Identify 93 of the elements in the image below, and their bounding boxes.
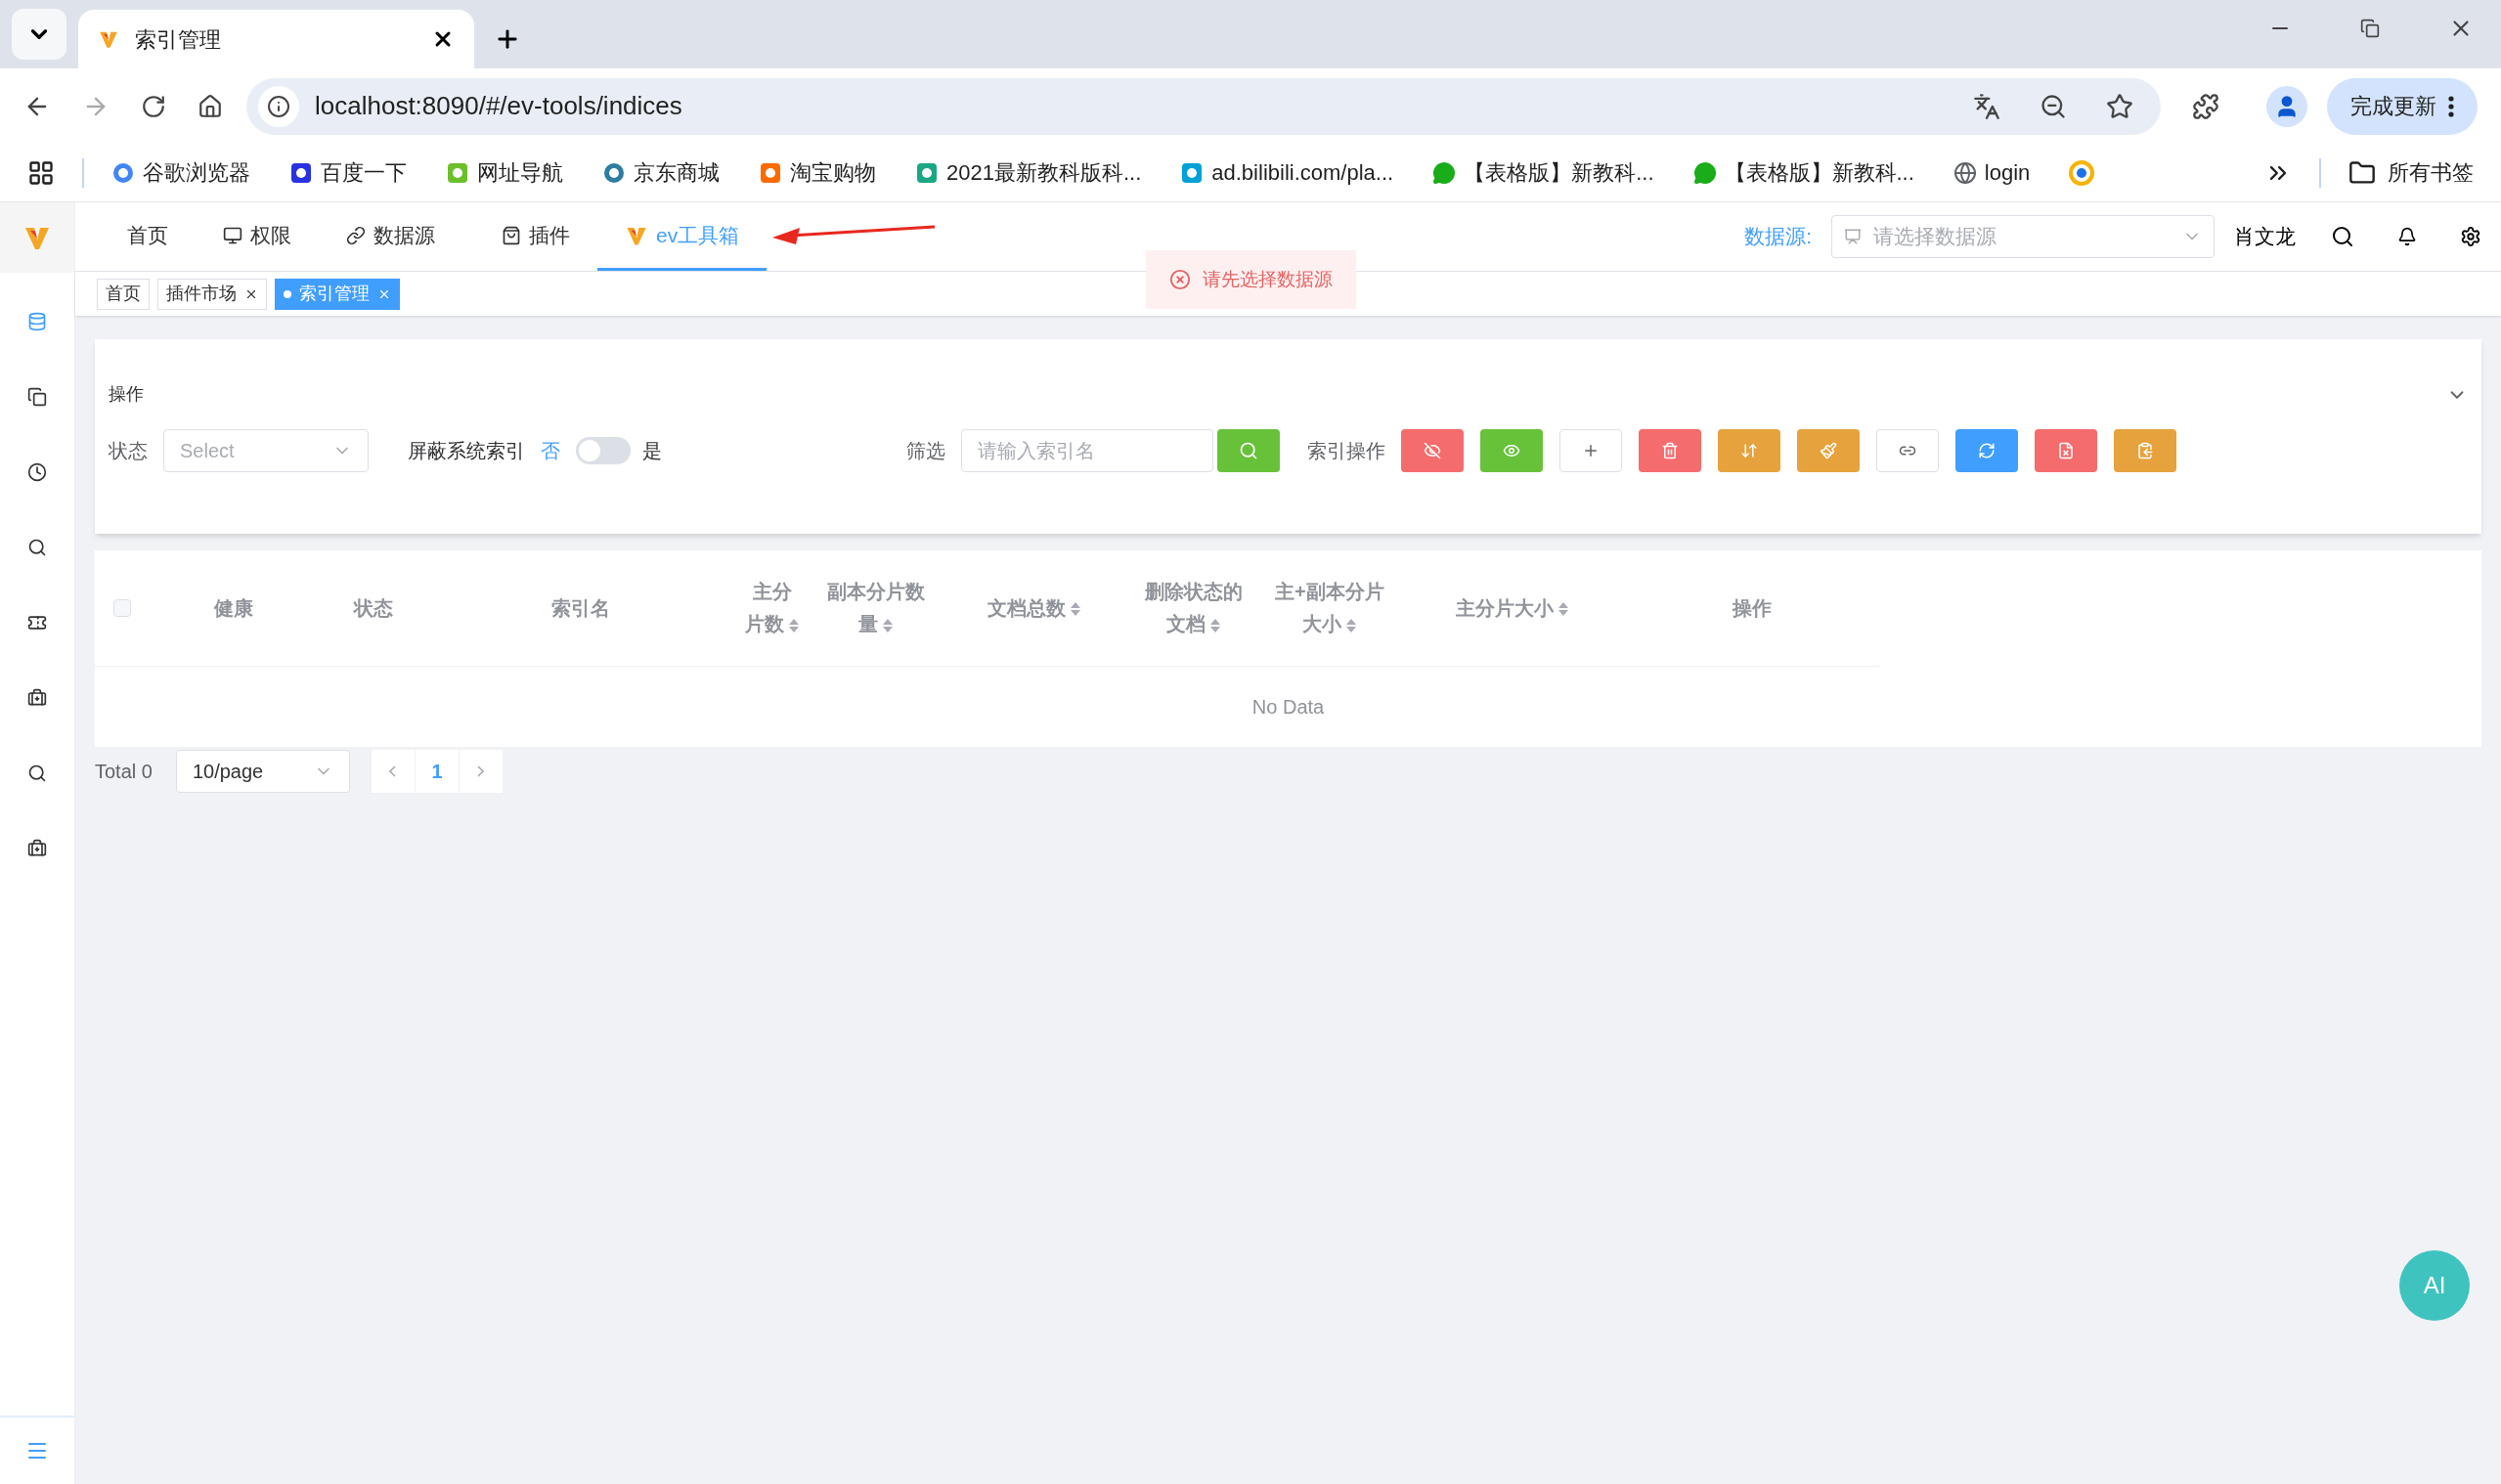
nav-tab[interactable]: 权限: [196, 202, 319, 271]
chat-icon: [1692, 160, 1717, 185]
switch-on-label: 是: [642, 439, 662, 463]
avatar-icon[interactable]: [2266, 85, 2307, 127]
update-button[interactable]: 完成更新: [2327, 77, 2478, 135]
bookmark-link[interactable]: 谷歌浏览器: [111, 156, 250, 189]
site-icon: [446, 160, 469, 185]
page-tag[interactable]: 首页: [97, 278, 150, 310]
folder-icon: [2348, 158, 2376, 187]
column-header: 状态: [353, 595, 393, 621]
board-icon: [1844, 228, 1862, 245]
select-all-checkbox[interactable]: [113, 599, 132, 617]
globe-icon: [1953, 160, 1977, 185]
column-header: 健康: [214, 595, 254, 621]
column-header: 操作: [1732, 595, 1772, 621]
medical-kit-icon[interactable]: [27, 839, 47, 858]
star-icon[interactable]: [2106, 92, 2133, 120]
toggle-switch[interactable]: [576, 437, 631, 464]
chevron-right-icon: [477, 765, 485, 777]
panel-title: 操作: [109, 383, 144, 406]
site-icon: [915, 160, 939, 185]
brush-icon: [1820, 442, 1837, 459]
database-icon[interactable]: [27, 312, 47, 331]
index-search-field[interactable]: 请输入索引名: [961, 429, 1213, 472]
hide-system-label: 屏蔽系统索引: [408, 439, 525, 463]
url-text: localhost:8090/#/ev-tools/indices: [315, 90, 683, 122]
trash-icon: [1661, 442, 1679, 459]
status-label: 状态: [109, 439, 148, 463]
bell-icon[interactable]: [2397, 227, 2417, 246]
toast-message: 请先选择数据源: [1146, 250, 1356, 309]
bookmark-link[interactable]: 【表格版】新教科...: [1692, 156, 1914, 189]
reload-icon[interactable]: [141, 93, 166, 119]
address-bar[interactable]: localhost:8090/#/ev-tools/indices: [246, 77, 2161, 135]
tab-search-button[interactable]: [12, 9, 66, 60]
page-size-select[interactable]: 10/page: [175, 750, 350, 793]
bookmark-link[interactable]: 【表格版】新教科...: [1432, 156, 1654, 189]
nav-tab[interactable]: 首页: [100, 202, 196, 271]
refresh-icon: [1978, 442, 1996, 459]
bookmark-link[interactable]: 淘宝购物: [759, 156, 876, 189]
page-tag[interactable]: 插件市场: [157, 278, 267, 310]
home-icon[interactable]: [197, 93, 223, 119]
filter-label: 筛选: [906, 439, 945, 463]
monitor-icon: [223, 225, 242, 245]
bookmark-link[interactable]: login: [1953, 156, 2031, 189]
search-icon[interactable]: [27, 538, 47, 557]
zoom-out-icon[interactable]: [2040, 92, 2067, 120]
site-icon[interactable]: [2069, 159, 2095, 186]
tab-title: 索引管理: [135, 25, 222, 54]
all-bookmarks-link[interactable]: 所有书签: [2348, 156, 2474, 189]
translate-icon[interactable]: [1973, 92, 2000, 120]
chat-icon: [1432, 160, 1457, 185]
clock-icon[interactable]: [27, 462, 47, 482]
eye-off-icon: [1424, 442, 1441, 459]
restore-icon[interactable]: [2360, 19, 2380, 38]
file-x-icon: [2057, 442, 2075, 459]
browser-tab[interactable]: 索引管理: [78, 10, 474, 68]
index-ops-label: 索引操作: [1307, 439, 1385, 463]
site-icon: [1180, 160, 1205, 185]
user-name[interactable]: 肖文龙: [2234, 221, 2296, 252]
search-icon: [1239, 441, 1258, 460]
bookmark-link[interactable]: ad.bilibili.com/pla...: [1180, 156, 1394, 189]
eye-icon: [1503, 442, 1520, 459]
bookmark-link[interactable]: 百度一下: [289, 156, 407, 189]
clipboard-icon: [2136, 442, 2154, 459]
bookmark-link[interactable]: 京东商城: [602, 156, 720, 189]
bookmark-link[interactable]: 网址导航: [446, 156, 563, 189]
datasource-label: 数据源:: [1744, 224, 1812, 250]
medical-kit-icon[interactable]: [27, 688, 47, 708]
empty-text: No Data: [1251, 695, 1325, 720]
bag-icon: [502, 225, 521, 245]
search-icon[interactable]: [27, 764, 47, 783]
plus-icon: [1582, 442, 1600, 459]
total-count: Total 0: [95, 760, 153, 784]
settings-icon[interactable]: [2460, 226, 2481, 247]
nav-tab[interactable]: 数据源: [319, 202, 462, 271]
sort-icon: [1740, 442, 1758, 459]
link-icon: [346, 225, 366, 245]
apps-icon[interactable]: [27, 158, 55, 187]
site-icon: [759, 160, 782, 185]
chevron-left-icon: [389, 765, 397, 777]
copy-icon[interactable]: [27, 387, 47, 407]
more-icon: [2448, 95, 2454, 117]
extensions-icon[interactable]: [2192, 92, 2219, 120]
ticket-icon[interactable]: [27, 613, 47, 633]
column-header: 索引名: [550, 595, 610, 621]
switch-off-label: 否: [541, 439, 560, 463]
nav-tab[interactable]: 插件: [474, 202, 597, 271]
site-icon: [289, 160, 313, 185]
search-icon[interactable]: [2331, 225, 2354, 248]
error-icon: [1169, 269, 1191, 290]
index-op-button[interactable]: [1639, 429, 1701, 472]
bookmark-link[interactable]: 2021最新教科版科...: [915, 156, 1142, 189]
info-icon[interactable]: [258, 85, 299, 127]
